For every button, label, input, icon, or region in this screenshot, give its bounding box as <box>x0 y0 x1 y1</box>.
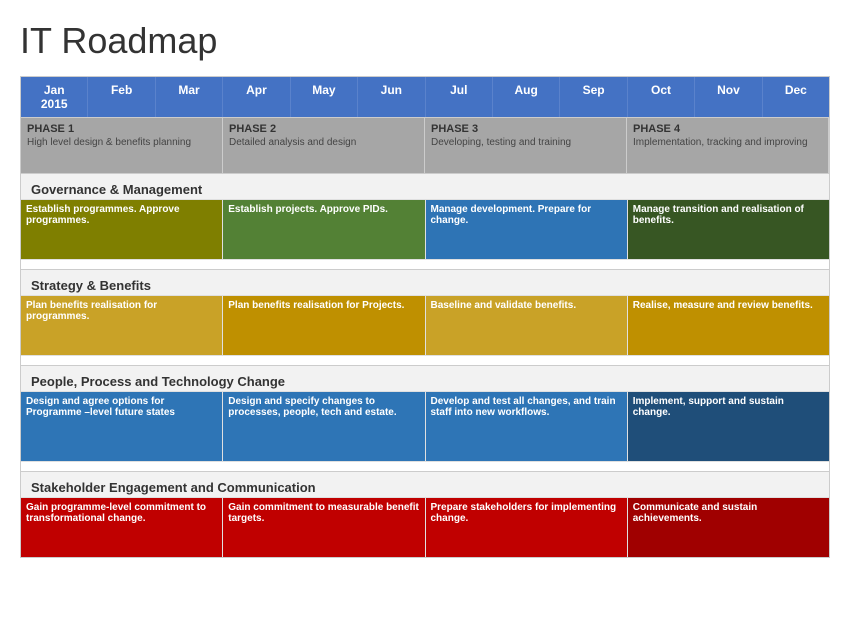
page-title: IT Roadmap <box>20 20 830 62</box>
phase-1-desc: High level design & benefits planning <box>27 137 216 148</box>
month-dec: Dec <box>763 77 829 117</box>
stk-task-4: Communicate and sustain achievements. <box>628 498 829 557</box>
phase-3-block: PHASE 3 Developing, testing and training <box>425 118 627 173</box>
stk-task-2: Gain commitment to measurable benefit ta… <box>223 498 425 557</box>
gov-task-1: Establish programmes. Approve programmes… <box>21 200 223 259</box>
month-sep: Sep <box>560 77 627 117</box>
people-task-row: Design and agree options for Programme –… <box>21 391 829 461</box>
month-mar: Mar <box>156 77 223 117</box>
section-people-header: People, Process and Technology Change <box>21 365 829 391</box>
spacer-2 <box>21 355 829 365</box>
spacer-1 <box>21 259 829 269</box>
month-jan: Jan2015 <box>21 77 88 117</box>
section-stakeholder-header: Stakeholder Engagement and Communication <box>21 471 829 497</box>
ppl-task-3: Develop and test all changes, and train … <box>426 392 628 461</box>
ppl-task-1: Design and agree options for Programme –… <box>21 392 223 461</box>
governance-task-row: Establish programmes. Approve programmes… <box>21 199 829 259</box>
gov-task-4: Manage transition and realisation of ben… <box>628 200 829 259</box>
month-nov: Nov <box>695 77 762 117</box>
roadmap-table: Jan2015 Feb Mar Apr May Jun Jul Aug Sep … <box>20 76 830 558</box>
phase-4-title: PHASE 4 <box>633 123 822 135</box>
str-task-2: Plan benefits realisation for Projects. <box>223 296 425 355</box>
phase-4-desc: Implementation, tracking and improving <box>633 137 822 148</box>
str-task-3: Baseline and validate benefits. <box>426 296 628 355</box>
section-strategy-header: Strategy & Benefits <box>21 269 829 295</box>
phase-2-desc: Detailed analysis and design <box>229 137 418 148</box>
phase-3-title: PHASE 3 <box>431 123 620 135</box>
month-header-row: Jan2015 Feb Mar Apr May Jun Jul Aug Sep … <box>21 77 829 117</box>
phase-1-block: PHASE 1 High level design & benefits pla… <box>21 118 223 173</box>
section-governance-header: Governance & Management <box>21 173 829 199</box>
stakeholder-task-row: Gain programme-level commitment to trans… <box>21 497 829 557</box>
phase-3-desc: Developing, testing and training <box>431 137 620 148</box>
ppl-task-2: Design and specify changes to processes,… <box>223 392 425 461</box>
gov-task-3: Manage development. Prepare for change. <box>426 200 628 259</box>
phase-2-block: PHASE 2 Detailed analysis and design <box>223 118 425 173</box>
month-jun: Jun <box>358 77 425 117</box>
phase-2-title: PHASE 2 <box>229 123 418 135</box>
month-oct: Oct <box>628 77 695 117</box>
phase-1-title: PHASE 1 <box>27 123 216 135</box>
str-task-4: Realise, measure and review benefits. <box>628 296 829 355</box>
month-aug: Aug <box>493 77 560 117</box>
month-jul: Jul <box>426 77 493 117</box>
phase-4-block: PHASE 4 Implementation, tracking and imp… <box>627 118 829 173</box>
month-feb: Feb <box>88 77 155 117</box>
str-task-1: Plan benefits realisation for programmes… <box>21 296 223 355</box>
stk-task-1: Gain programme-level commitment to trans… <box>21 498 223 557</box>
phase-row: PHASE 1 High level design & benefits pla… <box>21 117 829 173</box>
gov-task-2: Establish projects. Approve PIDs. <box>223 200 425 259</box>
strategy-task-row: Plan benefits realisation for programmes… <box>21 295 829 355</box>
spacer-3 <box>21 461 829 471</box>
month-apr: Apr <box>223 77 290 117</box>
month-may: May <box>291 77 358 117</box>
ppl-task-4: Implement, support and sustain change. <box>628 392 829 461</box>
stk-task-3: Prepare stakeholders for implementing ch… <box>426 498 628 557</box>
